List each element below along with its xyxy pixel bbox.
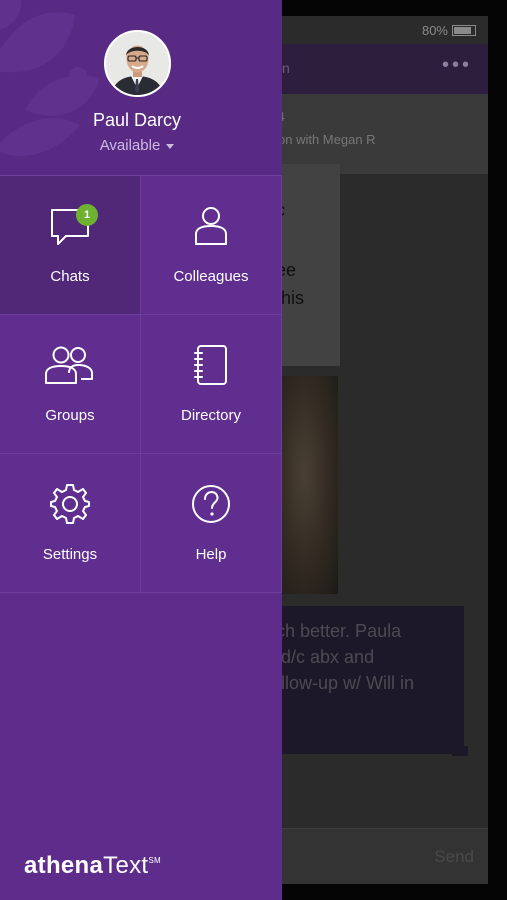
gear-icon bbox=[50, 484, 90, 524]
message-text: c bbox=[282, 200, 285, 221]
avatar[interactable] bbox=[104, 30, 171, 97]
chat-header: n ••• bbox=[282, 44, 488, 94]
brand-prefix: athena bbox=[24, 852, 104, 879]
send-button: Send bbox=[434, 847, 474, 866]
menu-item-groups[interactable]: Groups bbox=[0, 315, 141, 454]
availability-status-label: Available bbox=[99, 137, 161, 154]
chat-subheader-line: on with Megan R bbox=[282, 132, 376, 147]
notebook-icon bbox=[194, 345, 227, 385]
battery-icon bbox=[452, 25, 476, 36]
profile-header: Paul Darcy Available bbox=[0, 0, 282, 175]
person-icon bbox=[195, 207, 227, 245]
availability-status-dropdown[interactable]: Available bbox=[0, 137, 274, 154]
menu-item-settings[interactable]: Settings bbox=[0, 454, 141, 593]
message-text: this bbox=[282, 288, 305, 308]
brand-suffix: Text bbox=[103, 852, 149, 879]
message-image bbox=[282, 376, 338, 594]
user-name: Paul Darcy bbox=[92, 110, 182, 130]
brand-logo: athenaTextSM bbox=[24, 852, 161, 880]
status-bar: 80% bbox=[282, 16, 488, 44]
chat-screen: 80% n ••• 4 on with Megan R c ee this uc… bbox=[282, 16, 488, 884]
menu-item-label: Colleagues bbox=[173, 268, 249, 285]
message-text: follow-up w/ Will in bbox=[282, 673, 415, 693]
battery-percent: 80% bbox=[421, 23, 448, 38]
menu-item-chats[interactable]: 1 Chats bbox=[0, 176, 141, 315]
unread-count-badge: 1 bbox=[76, 204, 98, 226]
question-circle-icon bbox=[192, 485, 230, 523]
menu-item-label: Settings bbox=[42, 546, 98, 563]
chevron-down-icon bbox=[166, 143, 175, 149]
message-input-bar: Send bbox=[282, 828, 488, 884]
menu-item-label: Directory bbox=[180, 407, 241, 424]
message-text: u d/c abx and bbox=[282, 647, 375, 667]
menu-item-label: Help bbox=[195, 546, 227, 563]
menu-item-help[interactable]: Help bbox=[141, 454, 282, 593]
chat-title: n bbox=[282, 60, 290, 76]
menu-item-label: Chats bbox=[50, 268, 90, 285]
more-options-icon: ••• bbox=[441, 54, 472, 76]
navigation-drawer: Paul Darcy Available 1 Chats Colleagues bbox=[0, 0, 282, 900]
message-text: uch better. Paula bbox=[282, 621, 402, 641]
message-bubble-tail bbox=[452, 746, 468, 756]
message-bubble: uch better. Paula u d/c abx and follow-u… bbox=[282, 606, 464, 754]
message-text: ee bbox=[282, 260, 297, 280]
menu-item-label: Groups bbox=[45, 407, 95, 424]
message-bubble: c ee this bbox=[282, 164, 340, 366]
menu-item-directory[interactable]: Directory bbox=[141, 315, 282, 454]
chat-subheader-line: 4 bbox=[282, 110, 285, 124]
menu-item-colleagues[interactable]: Colleagues bbox=[141, 176, 282, 315]
service-mark: SM bbox=[148, 856, 161, 865]
profile-photo-icon bbox=[106, 32, 169, 95]
group-icon bbox=[45, 346, 93, 384]
chat-subheader: 4 on with Megan R bbox=[282, 94, 488, 174]
menu-grid: 1 Chats Colleagues Groups Directory Sett… bbox=[0, 175, 282, 593]
